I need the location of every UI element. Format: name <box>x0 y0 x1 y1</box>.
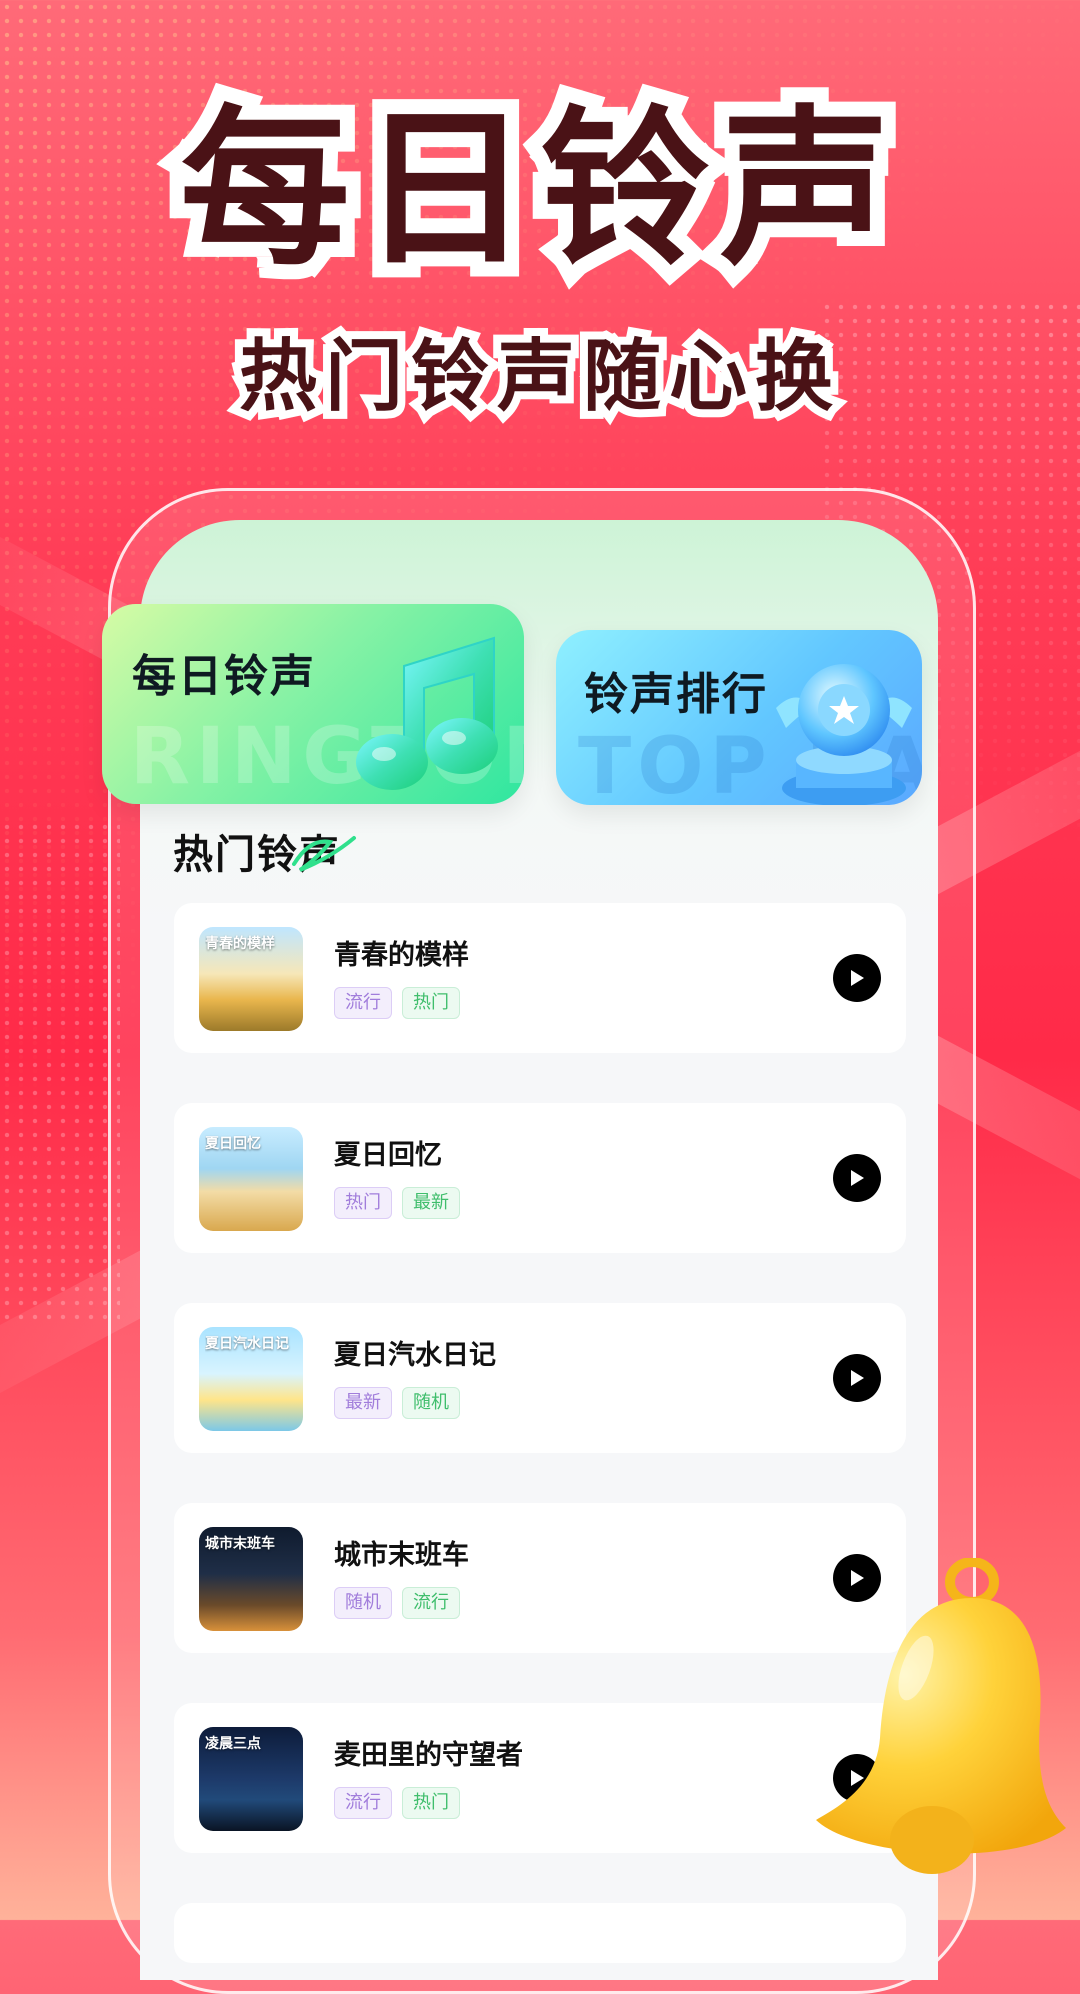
trophy-icon <box>776 664 912 805</box>
album-cover: 凌晨三点 <box>199 1727 303 1831</box>
ringtone-rank-card[interactable]: TOP RANK 铃声排行 <box>556 630 922 805</box>
title-underline-squiggle <box>292 836 356 872</box>
tag-list: 流行 热门 <box>334 1787 460 1819</box>
bell-icon <box>816 1558 1066 1874</box>
album-cover: 夏日回忆 <box>199 1127 303 1231</box>
tag: 随机 <box>402 1387 460 1419</box>
album-cover-text: 城市末班车 <box>205 1536 275 1552</box>
album-cover-text: 夏日汽水日记 <box>205 1336 289 1352</box>
tag-list: 随机 流行 <box>334 1587 460 1619</box>
list-item[interactable]: 青春的模样 青春的模样 流行 热门 <box>174 903 906 1053</box>
tag: 流行 <box>402 1587 460 1619</box>
tag: 随机 <box>334 1587 392 1619</box>
tag: 热门 <box>402 987 460 1019</box>
tag: 最新 <box>402 1187 460 1219</box>
hero-title: 每日铃声 <box>165 90 905 290</box>
tag: 热门 <box>334 1187 392 1219</box>
tag-list: 最新 随机 <box>334 1387 460 1419</box>
tag: 流行 <box>334 987 392 1019</box>
tag: 流行 <box>334 1787 392 1819</box>
tag: 热门 <box>402 1787 460 1819</box>
album-cover: 城市末班车 <box>199 1527 303 1631</box>
play-button[interactable] <box>833 954 881 1002</box>
ringtone-rank-title: 铃声排行 <box>584 669 768 720</box>
play-button[interactable] <box>833 1154 881 1202</box>
album-cover-text: 凌晨三点 <box>205 1736 261 1752</box>
play-icon <box>851 970 864 986</box>
play-icon <box>851 1370 864 1386</box>
play-button[interactable] <box>833 1354 881 1402</box>
song-title: 夏日回忆 <box>334 1140 442 1171</box>
song-title: 青春的模样 <box>334 940 469 971</box>
album-cover: 青春的模样 <box>199 927 303 1031</box>
album-cover: 夏日汽水日记 <box>199 1327 303 1431</box>
list-item[interactable]: 夏日回忆 夏日回忆 热门 最新 <box>174 1103 906 1253</box>
album-cover-text: 青春的模样 <box>205 936 275 952</box>
tag-list: 热门 最新 <box>334 1187 460 1219</box>
song-title: 夏日汽水日记 <box>334 1340 496 1371</box>
song-title: 城市末班车 <box>334 1540 469 1571</box>
album-cover-text: 夏日回忆 <box>205 1136 261 1152</box>
music-note-icon <box>356 636 498 790</box>
list-item-partial <box>174 1903 906 1963</box>
list-item[interactable]: 夏日汽水日记 夏日汽水日记 最新 随机 <box>174 1303 906 1453</box>
song-title: 麦田里的守望者 <box>334 1740 523 1771</box>
hero-subtitle: 热门铃声随心换 <box>231 330 841 424</box>
play-icon <box>851 1170 864 1186</box>
tag-list: 流行 热门 <box>334 987 460 1019</box>
tag: 最新 <box>334 1387 392 1419</box>
daily-ringtone-title: 每日铃声 <box>132 651 316 702</box>
daily-ringtone-card[interactable]: RINGTONE 每日铃声 <box>102 604 524 804</box>
background-dot-pattern-left <box>0 820 120 1320</box>
